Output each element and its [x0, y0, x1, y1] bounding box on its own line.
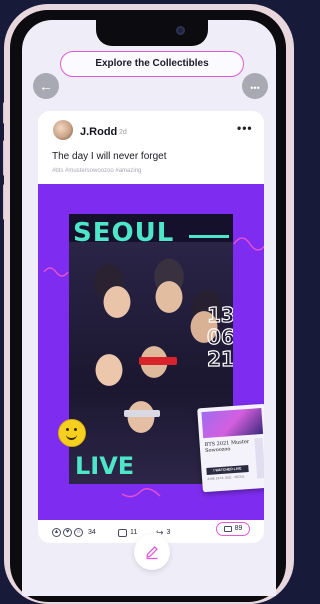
poster-number: 13	[206, 303, 233, 327]
poster-date-numbers: 13 06 21	[206, 303, 233, 371]
headline-bar	[189, 235, 229, 238]
ticket-image	[201, 407, 264, 439]
explore-collectibles-button[interactable]: Explore the Collectibles	[60, 51, 244, 77]
more-horizontal-icon: •••	[250, 83, 260, 93]
post-card: J.Rodd 2d ••• The day I will never forge…	[38, 111, 264, 543]
thumbs-up-icon: ▲	[52, 528, 61, 538]
comments-button[interactable]: 11	[118, 524, 137, 542]
compose-button[interactable]	[134, 534, 170, 570]
white-headband	[124, 410, 160, 417]
ticket-subtitle: JUNE 13-14, 2021 · SEOUL	[206, 474, 245, 481]
post-caption: The day I will never forget	[52, 151, 167, 162]
smiley-sticker-icon	[58, 419, 86, 447]
avatar[interactable]	[53, 120, 73, 140]
app-screen: Explore the Collectibles ← ••• J.Rodd 2d…	[22, 20, 276, 596]
collectible-icon	[223, 526, 232, 532]
post-tags[interactable]: #bts #mustersowoozoo #amazing	[52, 168, 141, 174]
fire-icon: ○	[74, 528, 83, 538]
more-options-button[interactable]: •••	[242, 73, 268, 99]
comment-icon	[118, 528, 127, 537]
arrow-left-icon: ←	[39, 78, 53, 94]
reactions-count: 34	[88, 529, 96, 537]
poster-headline: SEOUL	[73, 218, 175, 248]
camera-icon	[176, 26, 185, 35]
poster-number: 21	[206, 347, 233, 371]
poster-number: 06	[206, 325, 233, 349]
comments-count: 11	[130, 529, 138, 537]
post-media[interactable]: SEOUL 13 06 21 LIVE BTS 2021 Muster Sowo…	[38, 184, 264, 520]
poster-footer: LIVE	[75, 452, 135, 480]
back-button[interactable]: ←	[33, 73, 59, 99]
post-author[interactable]: J.Rodd	[80, 126, 117, 138]
red-headband	[139, 357, 177, 365]
phone-mockup: Explore the Collectibles ← ••• J.Rodd 2d…	[0, 0, 294, 604]
notch	[96, 20, 208, 46]
post-age: 2d	[119, 129, 127, 136]
collectible-ticket[interactable]: BTS 2021 Muster Sowoozoo I WATCHED LIVE …	[197, 403, 264, 493]
ticket-title: BTS 2021 Muster Sowoozoo	[204, 438, 250, 455]
edit-pencil-icon	[146, 546, 158, 560]
reactions-button[interactable]: ▲ ♥ ○ 34	[52, 524, 96, 538]
collect-button[interactable]: 89	[216, 522, 250, 536]
ticket-stub	[254, 437, 264, 479]
shares-count: 3	[166, 529, 171, 537]
post-menu-button[interactable]: •••	[237, 121, 253, 135]
collect-count: 89	[234, 525, 243, 532]
heart-icon: ♥	[63, 528, 72, 538]
